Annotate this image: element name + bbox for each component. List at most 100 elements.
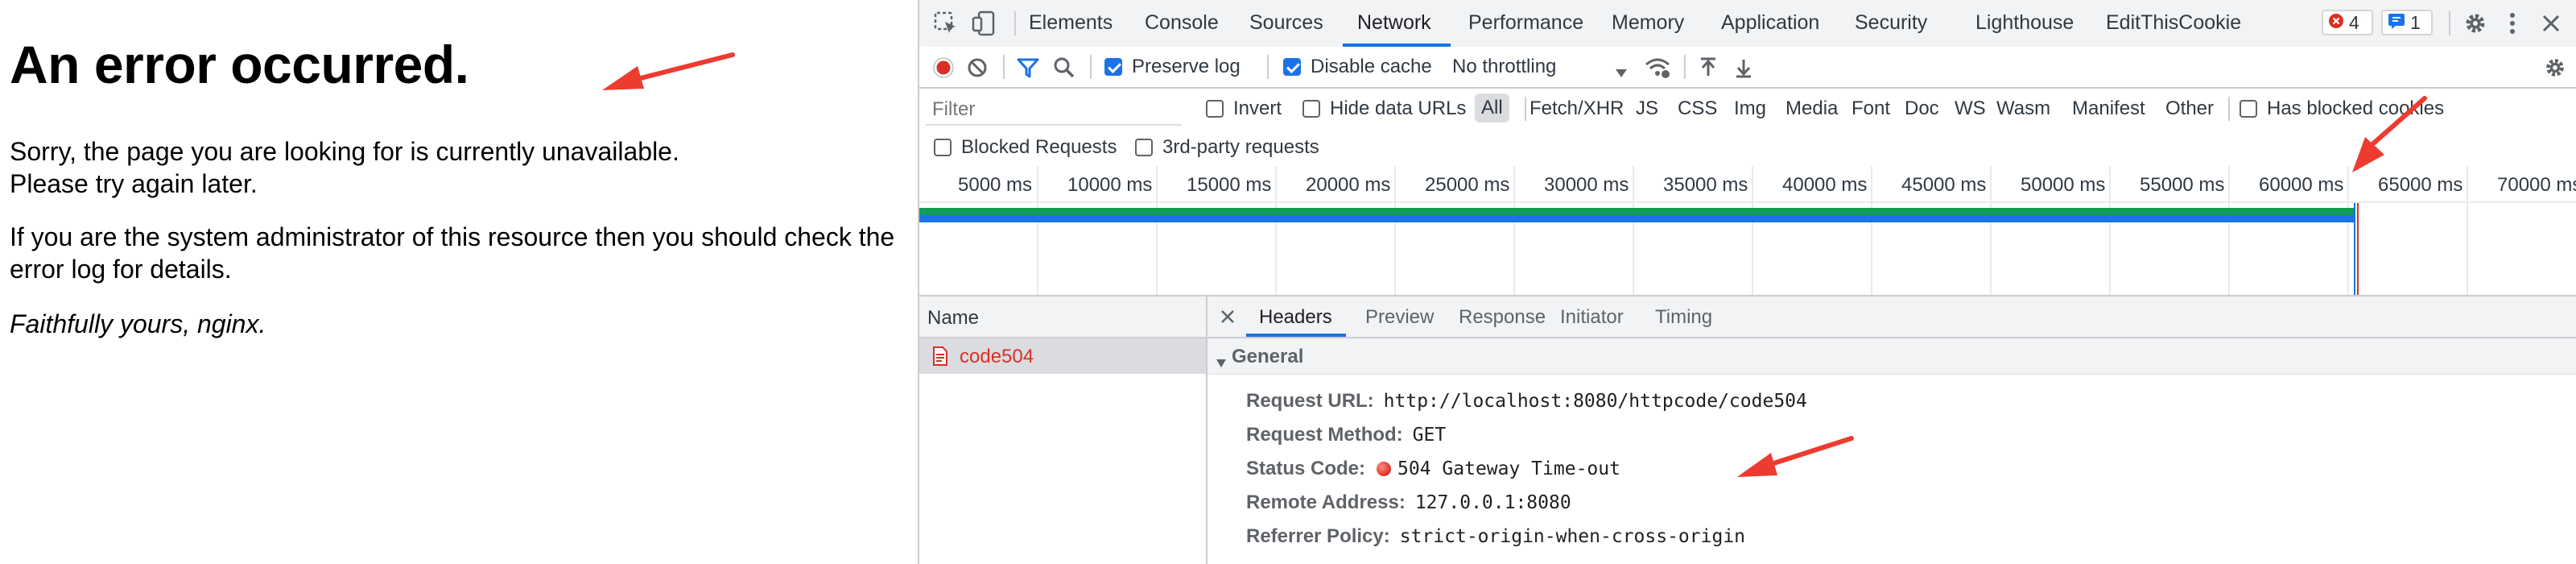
timeline-tick: 50000 ms <box>2021 174 2106 196</box>
request-details: Headers Preview Response Initiator Timin… <box>1208 297 2576 564</box>
tabbar-separator <box>1014 11 1016 35</box>
inspect-element-icon[interactable] <box>932 10 960 37</box>
toolbar-separator <box>1003 55 1005 79</box>
timeline-gridline <box>1633 166 1634 295</box>
tab-initiator[interactable]: Initiator <box>1560 306 1624 329</box>
tab-preview[interactable]: Preview <box>1365 306 1434 329</box>
tab-headers[interactable]: Headers <box>1259 306 1332 329</box>
filter-type-wasm[interactable]: Wasm <box>1996 97 2050 120</box>
toolbar-separator <box>1090 55 1092 79</box>
disable-cache-checkbox[interactable] <box>1283 58 1301 76</box>
network-overview-timeline[interactable]: 5000 ms 10000 ms 15000 ms 20000 ms 25000… <box>919 96 2576 297</box>
tab-response[interactable]: Response <box>1459 306 1546 329</box>
tab-console[interactable]: Console <box>1145 11 1219 35</box>
remote-address-key: Remote Address: <box>1246 491 1406 513</box>
filter-type-font[interactable]: Font <box>1852 97 1890 120</box>
referrer-policy-value: strict-origin-when-cross-origin <box>1399 526 1746 547</box>
timeline-tick: 40000 ms <box>1782 174 1868 196</box>
name-column-header[interactable]: Name <box>919 297 1206 338</box>
toolbar-separator <box>1684 55 1686 79</box>
timeline-tick: 35000 ms <box>1663 174 1748 196</box>
export-har-icon[interactable] <box>1732 56 1755 85</box>
general-section-header[interactable]: General <box>1208 338 2576 375</box>
timeline-gridline <box>2467 166 2468 295</box>
message-count-badge[interactable]: 1 <box>2381 10 2433 35</box>
filter-type-img[interactable]: Img <box>1734 97 1766 120</box>
close-devtools-icon[interactable] <box>2537 10 2565 37</box>
timeline-gridline <box>1275 166 1277 295</box>
annotation-arrow <box>1737 436 1854 477</box>
filter-type-css[interactable]: CSS <box>1678 97 1717 120</box>
filter-type-other[interactable]: Other <box>2165 97 2214 120</box>
timeline-tick: 55000 ms <box>2140 174 2225 196</box>
more-options-icon[interactable] <box>2499 10 2526 37</box>
tab-application[interactable]: Application <box>1721 11 1819 35</box>
tab-elements[interactable]: Elements <box>1029 11 1113 35</box>
devtools-tabbar: Elements Console Sources Network Perform… <box>919 0 2576 48</box>
status-code-row: Status Code: 504 Gateway Time-out <box>1246 458 1620 480</box>
timeline-tick: 15000 ms <box>1187 174 1272 196</box>
filter-type-all[interactable]: All <box>1475 93 1509 122</box>
network-settings-gear-icon[interactable] <box>2542 55 2568 86</box>
clear-icon[interactable] <box>966 56 989 85</box>
document-error-icon <box>932 346 948 371</box>
settings-gear-icon[interactable] <box>2462 10 2489 37</box>
filter-type-doc[interactable]: Doc <box>1905 97 1939 120</box>
network-conditions-icon[interactable] <box>1644 56 1671 85</box>
record-icon[interactable] <box>932 56 955 85</box>
timeline-gridline <box>2109 166 2111 295</box>
signature: Faithfully yours, nginx. <box>10 309 266 338</box>
invert-checkbox[interactable] <box>1206 100 1224 118</box>
message-count: 1 <box>2410 11 2421 33</box>
timeline-gridline <box>1871 166 1872 295</box>
tab-security[interactable]: Security <box>1855 11 1927 35</box>
timeline-tick: 45000 ms <box>1901 174 1987 196</box>
tab-performance[interactable]: Performance <box>1468 11 1583 35</box>
disable-cache-label: Disable cache <box>1311 56 1432 77</box>
hide-data-urls-checkbox[interactable] <box>1302 100 1320 118</box>
tab-timing[interactable]: Timing <box>1655 306 1712 329</box>
annotation-arrow <box>2352 96 2427 172</box>
filter-type-manifest[interactable]: Manifest <box>2072 97 2145 120</box>
filter-type-media[interactable]: Media <box>1785 97 1838 120</box>
filter-type-fetch-xhr[interactable]: Fetch/XHR <box>1530 97 1624 120</box>
dropdown-caret-icon[interactable] <box>1615 61 1628 84</box>
device-toolbar-icon[interactable] <box>971 10 998 37</box>
timeline-tick: 10000 ms <box>1067 174 1153 196</box>
load-event-marker <box>2357 203 2359 295</box>
status-code-key: Status Code: <box>1246 458 1366 479</box>
preserve-log-label: Preserve log <box>1132 56 1241 77</box>
import-har-icon[interactable] <box>1697 56 1719 85</box>
message-icon <box>2388 12 2405 34</box>
expand-triangle-icon <box>1216 351 1227 374</box>
filter-type-js[interactable]: JS <box>1636 97 1658 120</box>
detail-tabbar: Headers Preview Response Initiator Timin… <box>1208 297 2576 338</box>
blocked-requests-checkbox[interactable] <box>934 139 952 156</box>
close-details-icon[interactable] <box>1219 308 1236 331</box>
tab-lighthouse[interactable]: Lighthouse <box>1975 11 2074 35</box>
tab-sources[interactable]: Sources <box>1249 11 1323 35</box>
network-toolbar: Preserve log Disable cache No throttling <box>919 47 2576 89</box>
third-party-requests-checkbox[interactable] <box>1135 139 1153 156</box>
filter-separator <box>2228 97 2230 121</box>
preserve-log-checkbox[interactable] <box>1104 58 1122 76</box>
search-icon[interactable] <box>1053 56 1075 85</box>
timeline-tick: 5000 ms <box>958 174 1033 196</box>
filter-bar-secondary: Blocked Requests 3rd-party requests <box>919 129 2576 168</box>
filter-input[interactable] <box>926 95 1182 124</box>
filter-type-ws[interactable]: WS <box>1955 97 1986 120</box>
tab-editthiscookie[interactable]: EditThisCookie <box>2106 11 2241 35</box>
dom-content-loaded-marker <box>2354 203 2355 295</box>
tab-memory[interactable]: Memory <box>1612 11 1684 35</box>
filter-icon[interactable] <box>1016 56 1040 85</box>
request-method-value: GET <box>1412 425 1447 446</box>
error-count-badge[interactable]: 4 <box>2322 10 2373 35</box>
tab-network[interactable]: Network <box>1357 11 1431 35</box>
toolbar-separator <box>1267 55 1269 79</box>
timeline-ruler-line <box>919 201 2576 203</box>
request-row[interactable]: code504 <box>919 338 1206 374</box>
referrer-policy-key: Referrer Policy: <box>1246 525 1390 547</box>
has-blocked-cookies-checkbox[interactable] <box>2240 100 2257 118</box>
throttling-select[interactable]: No throttling <box>1452 56 1556 78</box>
timeline-tick: 25000 ms <box>1425 174 1510 196</box>
